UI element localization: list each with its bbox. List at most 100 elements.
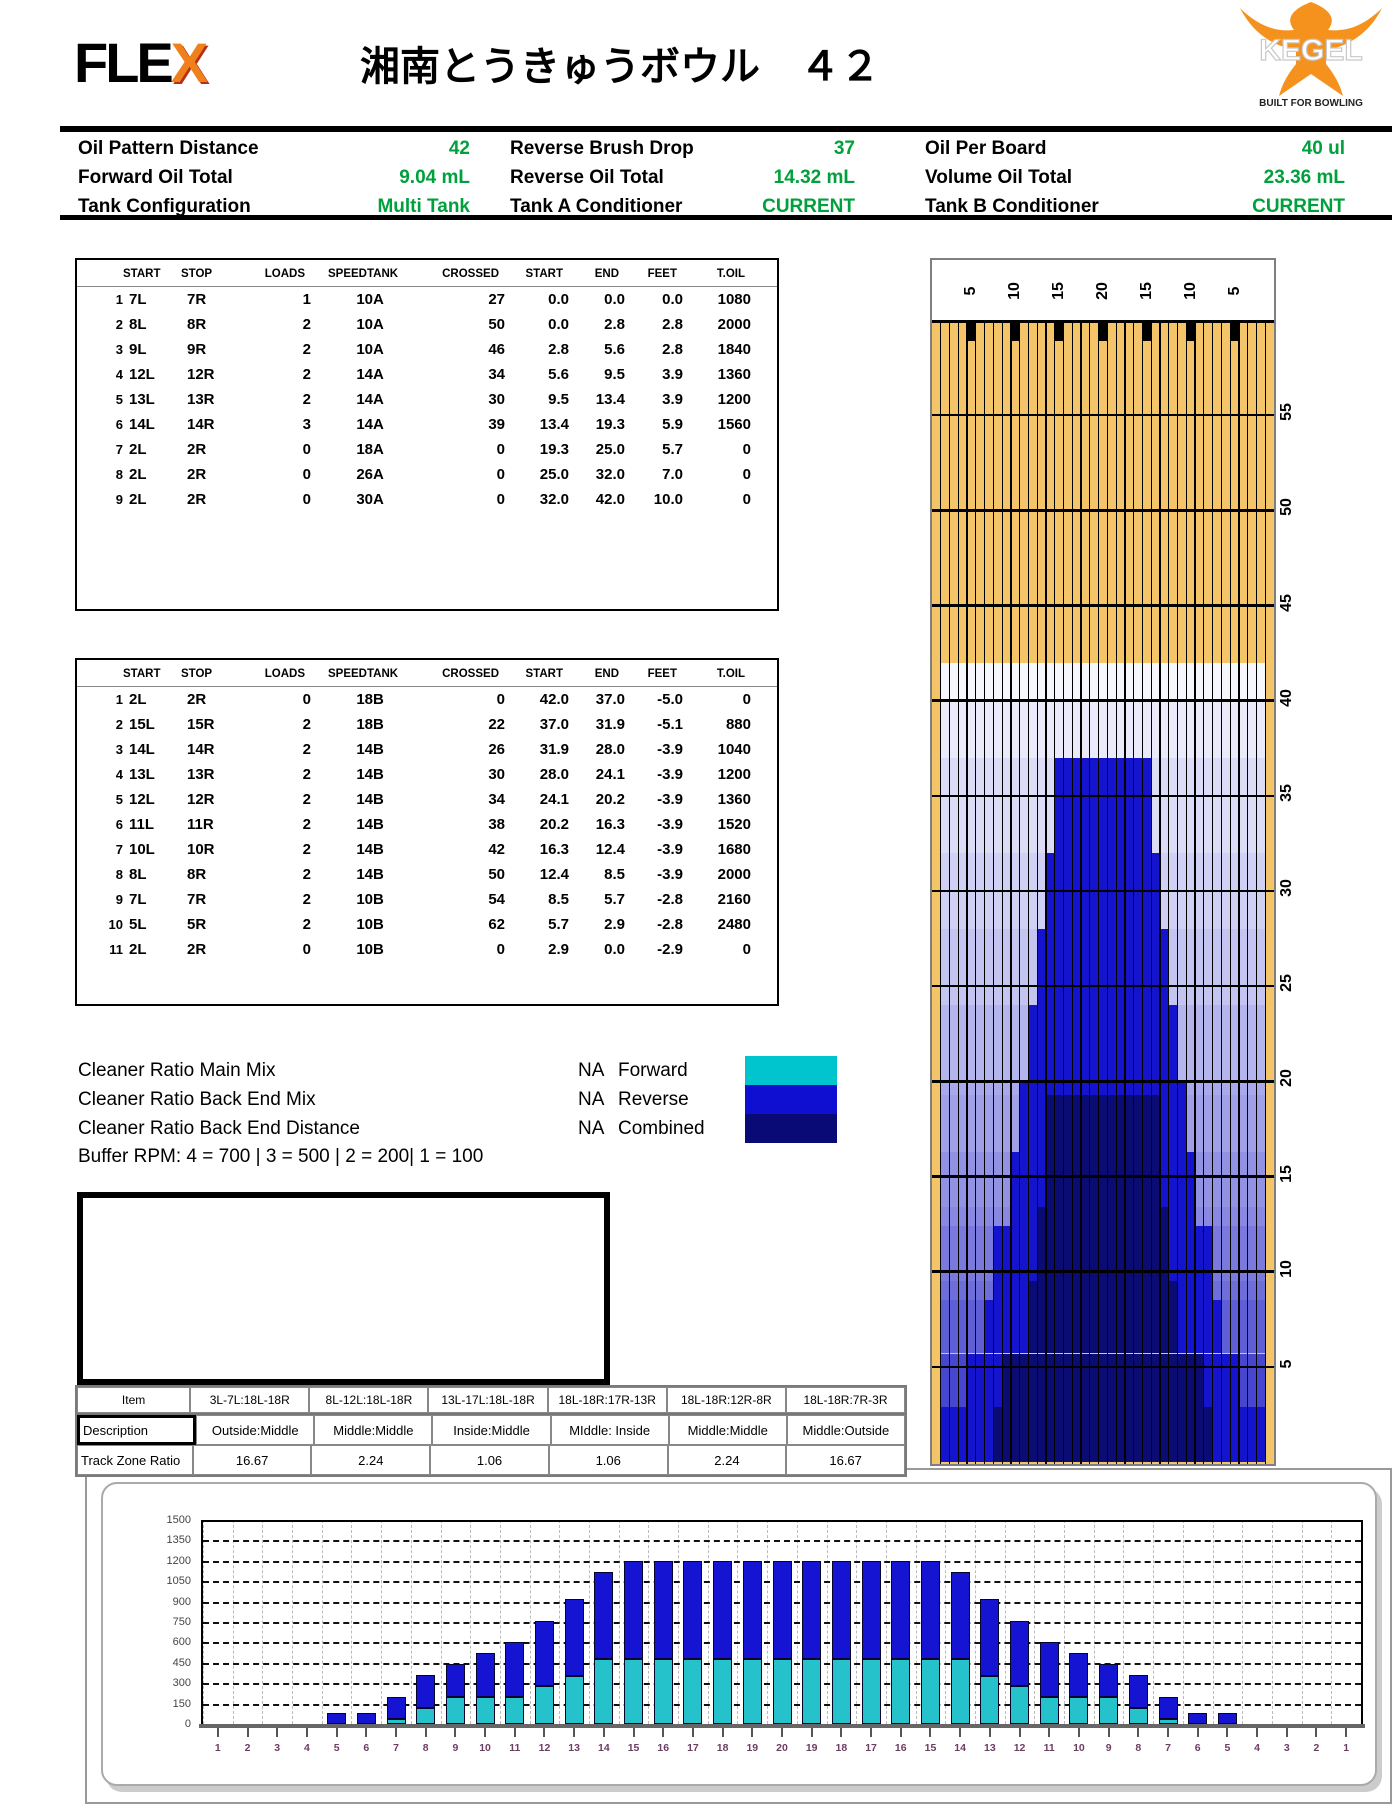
table-cell: A: [373, 291, 384, 308]
x-axis-tick: [216, 1728, 219, 1737]
plot-right-border: [1361, 1520, 1363, 1724]
table-cell: 13R: [187, 766, 215, 783]
table-cell: A: [373, 341, 384, 358]
lane-oil-band: [940, 662, 1266, 701]
table-row: 9 7L 7R 2 10 B 54 8.5 5.7 -2.8 2160: [77, 887, 777, 912]
table-cell: 0: [742, 466, 751, 483]
legend-label: Forward: [618, 1060, 688, 1081]
table-cell: 3.9: [662, 391, 683, 408]
distance-grid-line: [932, 1270, 1274, 1273]
reverse-bar: [327, 1713, 347, 1724]
column-header: T.OIL: [716, 668, 745, 680]
info-row: Oil Pattern Distance 42: [78, 134, 470, 163]
forward-bar: [416, 1707, 436, 1724]
y-axis-label: 750: [172, 1616, 191, 1628]
table-cell: -2.8: [657, 891, 683, 908]
table-cell: 1360: [717, 366, 751, 383]
table-cell: 10R: [187, 841, 215, 858]
x-axis-label: 12: [1013, 1742, 1026, 1754]
buffer-rpm-text: Buffer RPM: 4 = 700 | 3 = 500 | 2 = 200|…: [78, 1146, 484, 1167]
table-cell: 3: [302, 416, 311, 433]
tz-description-label: Description: [77, 1415, 197, 1445]
table-row: 1 2L 2R 0 18 B 0 42.0 37.0 -5.0 0: [77, 687, 777, 712]
info-label: Reverse Oil Total: [510, 166, 664, 188]
column-header: START: [525, 668, 563, 680]
table-cell: 7R: [187, 291, 207, 308]
table-cell: 2.8: [548, 341, 569, 358]
column-header: FEET: [647, 268, 677, 280]
table-cell: 5: [115, 792, 123, 807]
table-cell: 30: [488, 766, 505, 783]
info-value: Multi Tank: [377, 195, 470, 217]
table-cell: 37.0: [539, 716, 569, 733]
table-cell: 30: [488, 391, 505, 408]
table-cell: 9.5: [548, 391, 569, 408]
distance-grid-line: [932, 413, 1274, 417]
x-axis-label: 19: [805, 1742, 818, 1754]
table-cell: 9: [115, 492, 123, 507]
x-axis-tick: [1345, 1728, 1348, 1737]
table-cell: -3.9: [657, 766, 683, 783]
cleaner-ratio-block: Cleaner Ratio Main Mix NA Cleaner Ratio Ba…: [78, 1056, 638, 1143]
column-header: TANK: [367, 668, 399, 680]
table-cell: A: [373, 416, 384, 433]
info-label: Volume Oil Total: [925, 166, 1073, 188]
table-cell: 7L: [129, 891, 147, 908]
info-column-3: Oil Per Board 40 ul Volume Oil Total 23.36 …: [925, 134, 1345, 221]
forward-bar: [1128, 1707, 1148, 1724]
table-cell: 14: [356, 866, 373, 883]
table-cell: 7.0: [662, 466, 683, 483]
table-cell: 13.4: [595, 391, 625, 408]
table-cell: -3.9: [657, 866, 683, 883]
x-axis-label: 3: [1283, 1742, 1290, 1754]
reverse-bar: [772, 1560, 792, 1659]
table-cell: 2: [302, 316, 311, 333]
x-axis-tick: [751, 1728, 754, 1737]
lane-distance-label: 40: [1278, 688, 1295, 707]
reverse-bar: [920, 1560, 940, 1659]
x-axis-tick: [602, 1728, 605, 1737]
reverse-bar: [1069, 1653, 1089, 1697]
table-cell: 1520: [717, 816, 751, 833]
table-cell: 2R: [187, 491, 207, 508]
x-axis-label: 5: [1224, 1742, 1231, 1754]
notes-box: [77, 1192, 610, 1385]
table-cell: 0: [302, 691, 311, 708]
lane-combined-band: [1028, 1281, 1178, 1301]
table-cell: B: [373, 691, 384, 708]
table-cell: 2.8: [604, 316, 625, 333]
distance-grid-line: [932, 889, 1274, 893]
reverse-bar: [742, 1560, 762, 1659]
table-cell: -5.0: [657, 691, 683, 708]
tz-description-cell: MIddle: Inside: [550, 1415, 669, 1445]
lane-combined-band: [1002, 1353, 1204, 1407]
table-cell: 5L: [129, 916, 147, 933]
table-cell: 13L: [129, 391, 155, 408]
lane-board-label: 10: [1006, 282, 1024, 300]
column-header: STOP: [181, 668, 213, 680]
table-cell: 1840: [717, 341, 751, 358]
table-cell: 0.0: [604, 291, 625, 308]
y-axis-label: 1050: [166, 1575, 191, 1588]
lane-reverse-band: [1028, 1005, 1178, 1082]
x-axis-tick: [305, 1728, 308, 1737]
table-cell: 2000: [717, 866, 751, 883]
table-cell: 10: [356, 941, 373, 958]
table-cell: 32.0: [595, 466, 625, 483]
reverse-bar: [861, 1560, 881, 1659]
board-marker: [967, 322, 976, 341]
table-cell: 10: [356, 891, 373, 908]
info-row: Tank Configuration Multi Tank: [78, 192, 470, 221]
table-cell: 39: [488, 416, 505, 433]
y-axis-line: [201, 1520, 203, 1724]
x-axis-tick: [573, 1728, 576, 1737]
table-cell: 0.0: [548, 316, 569, 333]
table-cell: 13L: [129, 766, 155, 783]
table-cell: 14L: [129, 416, 155, 433]
table-cell: 9: [115, 892, 123, 907]
info-value: 23.36 mL: [1263, 166, 1345, 188]
table-cell: 2480: [717, 916, 751, 933]
tz-ratio-cell: 16.67: [786, 1445, 905, 1475]
forward-bar: [475, 1696, 495, 1724]
table-cell: 5R: [187, 916, 207, 933]
